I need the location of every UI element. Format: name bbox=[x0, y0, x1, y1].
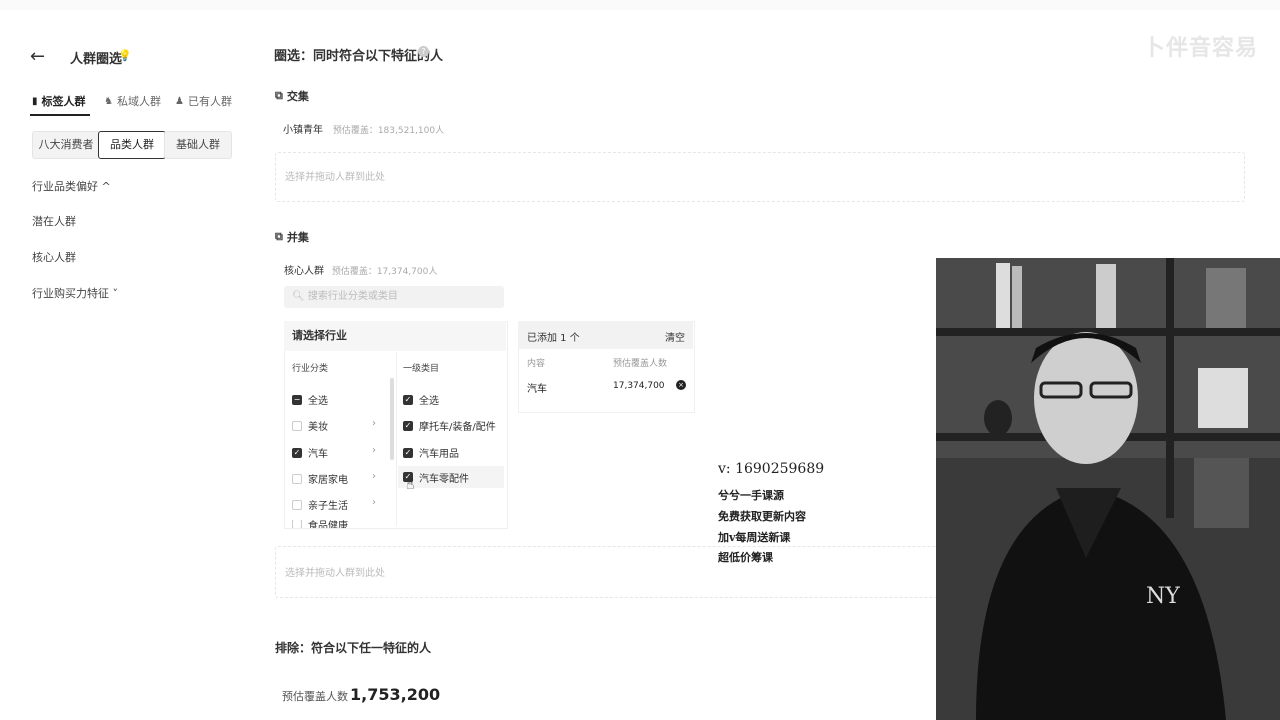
top-bar bbox=[0, 0, 1280, 10]
back-arrow-icon[interactable]: ← bbox=[30, 47, 50, 67]
page-heading: 圈选：同时符合以下特征的人 bbox=[274, 49, 444, 64]
option-label: 摩托车/装备/配件 bbox=[419, 422, 496, 433]
user-icon: ♟ bbox=[175, 95, 184, 107]
category-option-all[interactable]: ✓ 全选 bbox=[403, 392, 439, 407]
menu-potential-crowd[interactable]: 潜在人群 bbox=[32, 213, 76, 229]
industry-panel-title: 请选择行业 bbox=[284, 321, 506, 351]
menu-core-crowd[interactable]: 核心人群 bbox=[32, 249, 76, 265]
checkbox-checked[interactable]: ✓ bbox=[403, 420, 413, 431]
group-name: 小镇青年 bbox=[283, 125, 323, 136]
promo-line: 加v每周送新课 bbox=[718, 531, 791, 544]
page-title: 人群圈选 bbox=[70, 52, 123, 67]
union-icon: ⧉ bbox=[275, 230, 283, 243]
promo-line: 兮兮一手课源 bbox=[718, 489, 784, 502]
industry-search-input[interactable]: 🔍︎ 搜索行业分类或类目 bbox=[284, 286, 504, 308]
added-list-header: 已添加 1 个 清空 bbox=[518, 321, 693, 349]
col-first-category: 一级类目 bbox=[403, 364, 440, 374]
tab-label: 私域人群 bbox=[116, 95, 161, 108]
webcam-image: NY bbox=[936, 258, 1280, 720]
chevron-right-icon[interactable]: › bbox=[372, 445, 376, 456]
menu-purchasing-power[interactable]: 行业购买力特征 ˅ bbox=[32, 285, 118, 301]
segment-basic-crowd[interactable]: 基础人群 bbox=[164, 131, 232, 159]
dropzone-hint: 选择并拖动人群到此处 bbox=[285, 172, 385, 183]
hint-icon[interactable]: 💡 bbox=[118, 49, 132, 62]
union-header: ⧉ 并集 bbox=[275, 229, 309, 245]
tab-existing-crowd[interactable]: ♟ 已有人群 bbox=[175, 93, 232, 109]
option-label: 家居家电 bbox=[308, 475, 348, 486]
added-row-content: 汽车 bbox=[527, 384, 547, 395]
watermark: 卜伴音容易 bbox=[1142, 36, 1258, 61]
promo-contact: v: 1690259689 bbox=[718, 461, 825, 477]
col-industry-category: 行业分类 bbox=[292, 364, 329, 374]
industry-option-food[interactable]: 食品健康 bbox=[292, 520, 348, 528]
dropzone-hint: 选择并拖动人群到此处 bbox=[285, 568, 385, 579]
added-col-estimate: 预估覆盖人数 bbox=[613, 359, 668, 369]
clear-button[interactable]: 清空 bbox=[665, 329, 685, 344]
checkbox-indeterminate[interactable]: − bbox=[292, 394, 302, 405]
checkbox[interactable] bbox=[292, 499, 302, 510]
checkbox[interactable] bbox=[292, 520, 302, 528]
chevron-right-icon[interactable]: › bbox=[372, 418, 376, 429]
tab-label: 已有人群 bbox=[187, 95, 232, 108]
option-label: 全选 bbox=[308, 396, 328, 407]
intersection-group[interactable]: 小镇青年 预估覆盖：183,521,100人 bbox=[283, 121, 444, 136]
checkbox-checked[interactable]: ✓ bbox=[403, 447, 413, 458]
union-group[interactable]: 核心人群 预估覆盖：17,374,700人 bbox=[284, 262, 437, 277]
estimate-label: 预估覆盖人数 bbox=[282, 690, 348, 703]
option-label: 美妆 bbox=[308, 422, 328, 433]
added-row-estimate: 17,374,700 bbox=[613, 381, 665, 391]
category-option-car-supplies[interactable]: ✓ 汽车用品 bbox=[403, 445, 459, 460]
intersection-label: 交集 bbox=[286, 90, 309, 103]
column-divider bbox=[396, 352, 397, 526]
added-col-content: 内容 bbox=[527, 359, 546, 369]
group-estimate: 预估覆盖：183,521,100人 bbox=[332, 126, 445, 136]
checkbox[interactable] bbox=[292, 473, 302, 484]
option-label: 汽车零配件 bbox=[419, 473, 469, 485]
industry-option-auto[interactable]: ✓ 汽车 bbox=[292, 445, 328, 460]
union-label: 并集 bbox=[286, 231, 309, 244]
tag-icon: ▮ bbox=[32, 95, 38, 107]
added-count: 已添加 1 个 bbox=[527, 333, 580, 344]
chevron-right-icon[interactable]: › bbox=[372, 497, 376, 508]
tab-private-crowd[interactable]: ♞ 私域人群 bbox=[104, 93, 161, 109]
search-placeholder: 搜索行业分类或类目 bbox=[307, 291, 398, 302]
option-label: 全选 bbox=[419, 396, 439, 407]
intersection-dropzone[interactable]: 选择并拖动人群到此处 bbox=[275, 152, 1245, 202]
option-label: 亲子生活 bbox=[308, 501, 348, 512]
intersection-icon: ⧉ bbox=[275, 89, 283, 102]
tab-label: 标签人群 bbox=[41, 95, 86, 108]
promo-line: 免费获取更新内容 bbox=[718, 510, 806, 523]
svg-text:NY: NY bbox=[1146, 584, 1180, 609]
option-label: 食品健康 bbox=[308, 520, 348, 529]
promo-line: 超低价筹课 bbox=[718, 551, 773, 564]
remove-icon[interactable]: × bbox=[676, 380, 686, 390]
segment-eight-consumers[interactable]: 八大消费者 bbox=[32, 131, 100, 159]
exclude-heading: 排除：符合以下任一特征的人 bbox=[275, 641, 432, 655]
mouse-cursor-icon: ☝ bbox=[406, 477, 415, 493]
group-estimate: 预估覆盖：17,374,700人 bbox=[331, 267, 438, 277]
industry-scrollbar[interactable] bbox=[390, 378, 394, 460]
menu-industry-preference[interactable]: 行业品类偏好 ^ bbox=[32, 178, 111, 194]
checkbox[interactable] bbox=[292, 420, 302, 431]
checkbox-checked[interactable]: ✓ bbox=[292, 447, 302, 458]
industry-option-all[interactable]: − 全选 bbox=[292, 392, 328, 407]
private-icon: ♞ bbox=[104, 95, 113, 107]
search-icon: 🔍︎ bbox=[292, 291, 305, 302]
chevron-right-icon[interactable]: › bbox=[372, 471, 376, 482]
intersection-header: ⧉ 交集 bbox=[275, 88, 309, 104]
industry-option-home[interactable]: 家居家电 bbox=[292, 471, 348, 486]
tab-tag-crowd[interactable]: ▮ 标签人群 bbox=[32, 93, 86, 109]
option-label: 汽车 bbox=[308, 449, 328, 460]
industry-option-beauty[interactable]: 美妆 bbox=[292, 418, 328, 433]
presenter-webcam: NY bbox=[936, 258, 1280, 720]
category-option-motorcycle[interactable]: ✓ 摩托车/装备/配件 bbox=[403, 418, 496, 433]
checkbox-checked[interactable]: ✓ bbox=[403, 394, 413, 405]
industry-option-parenting[interactable]: 亲子生活 bbox=[292, 497, 348, 512]
estimate-value: 1,753,200 bbox=[350, 685, 441, 704]
active-tab-underline bbox=[30, 114, 90, 116]
segment-category-crowd[interactable]: 品类人群 bbox=[98, 131, 166, 159]
option-label: 汽车用品 bbox=[419, 449, 459, 460]
help-icon[interactable]: ? bbox=[418, 46, 429, 57]
group-name: 核心人群 bbox=[284, 266, 324, 277]
